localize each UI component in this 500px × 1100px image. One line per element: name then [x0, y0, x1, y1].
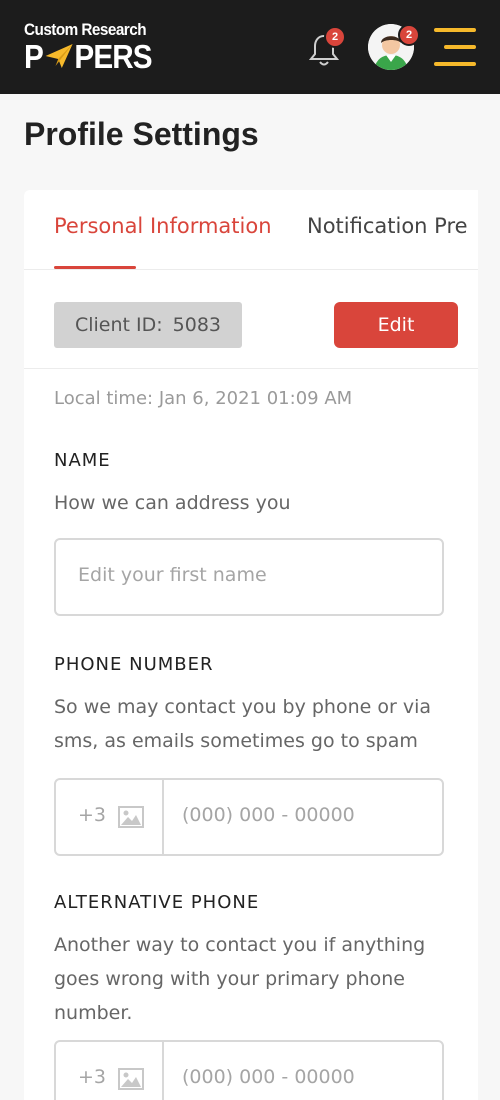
messages-count-badge: 2 [398, 24, 420, 46]
paper-plane-icon [45, 41, 73, 73]
divider [24, 368, 478, 369]
image-placeholder-icon [118, 806, 144, 832]
logo-word: PERS [74, 38, 152, 75]
profile-settings-card: Personal Information Notification Pre Cl… [24, 190, 478, 1100]
alternative-phone-label: ALTERNATIVE PHONE [54, 892, 260, 913]
client-id-label: Client ID: [74, 314, 163, 336]
name-hint: How we can address you [54, 492, 291, 514]
logo-line1: Custom Research [24, 20, 147, 39]
phone-number-input[interactable]: (000) 000 - 00000 [182, 804, 355, 826]
phone-number-field: +3 (000) 000 - 00000 [54, 778, 444, 856]
alternative-phone-hint: Another way to contact you if anything g… [54, 934, 426, 1024]
phone-number-hint: So we may contact you by phone or via sm… [54, 696, 432, 752]
name-label: NAME [54, 450, 111, 471]
active-tab-indicator [54, 266, 136, 269]
site-logo[interactable]: Custom Research P PERS [24, 20, 166, 73]
alt-country-code-selector[interactable]: +3 [56, 1042, 164, 1100]
alternative-phone-input[interactable]: (000) 000 - 00000 [182, 1066, 355, 1088]
hamburger-menu-icon[interactable] [434, 28, 476, 68]
top-navbar: Custom Research P PERS 2 2 [0, 0, 500, 94]
client-id-value: 5083 [172, 314, 222, 336]
logo-letter: P [24, 38, 44, 75]
country-code-selector[interactable]: +3 [56, 780, 164, 854]
country-code: +3 [78, 804, 107, 826]
first-name-placeholder: Edit your first name [78, 564, 267, 586]
edit-button[interactable]: Edit [334, 302, 458, 348]
image-placeholder-icon [118, 1068, 144, 1094]
alternative-phone-field: +3 (000) 000 - 00000 [54, 1040, 444, 1100]
page-title: Profile Settings [24, 116, 259, 152]
settings-tabs: Personal Information Notification Pre [24, 190, 478, 270]
alt-country-code: +3 [78, 1066, 107, 1088]
local-time: Local time: Jan 6, 2021 01:09 AM [54, 388, 353, 409]
notifications-count-badge: 2 [324, 26, 346, 48]
tab-personal-information[interactable]: Personal Information [54, 214, 272, 238]
first-name-input[interactable]: Edit your first name [54, 538, 444, 616]
phone-number-label: PHONE NUMBER [54, 654, 214, 675]
client-id-badge: Client ID: 5083 [54, 302, 242, 348]
tab-notification-preferences[interactable]: Notification Pre [307, 214, 468, 238]
